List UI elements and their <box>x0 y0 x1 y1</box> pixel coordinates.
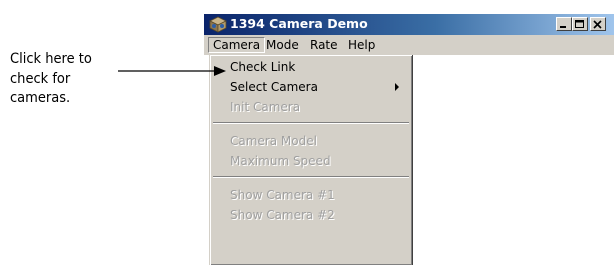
menu-item-camera-model[interactable]: Camera Model <box>230 132 317 150</box>
menu-item-show-camera-2[interactable]: Show Camera #2 <box>230 206 335 224</box>
window-title: 1394 Camera Demo <box>230 16 368 31</box>
annotation-line-3: cameras. <box>10 90 71 106</box>
menu-item-maximum-speed[interactable]: Maximum Speed <box>230 152 331 170</box>
menu-help[interactable]: Help <box>344 37 379 53</box>
app-window: 1394 Camera Demo Camera Mode Rate Help C… <box>204 14 614 265</box>
menu-separator <box>213 122 409 124</box>
camera-cube-icon[interactable] <box>208 15 228 33</box>
menu-item-select-camera[interactable]: Select Camera <box>230 78 318 96</box>
camera-dropdown-menu: Check Link Select Camera Init Camera Cam… <box>209 54 412 265</box>
menu-rate[interactable]: Rate <box>306 37 342 53</box>
submenu-arrow-icon <box>395 83 399 91</box>
annotation-callout: Click here to check for cameras. <box>10 50 130 109</box>
title-bar[interactable]: 1394 Camera Demo <box>204 14 614 35</box>
minimize-icon[interactable] <box>556 17 572 31</box>
menu-item-check-link[interactable]: Check Link <box>230 58 295 76</box>
menu-item-show-camera-1[interactable]: Show Camera #1 <box>230 186 335 204</box>
close-icon[interactable] <box>590 17 606 31</box>
menu-mode[interactable]: Mode <box>262 37 303 53</box>
menu-separator <box>213 176 409 178</box>
menu-bar: Camera Mode Rate Help <box>204 35 614 55</box>
menu-item-init-camera[interactable]: Init Camera <box>230 98 300 116</box>
maximize-icon[interactable] <box>572 17 588 31</box>
menu-camera[interactable]: Camera <box>208 37 266 53</box>
annotation-line-1: Click here to <box>10 51 92 67</box>
annotation-line-2: check for <box>10 70 71 87</box>
